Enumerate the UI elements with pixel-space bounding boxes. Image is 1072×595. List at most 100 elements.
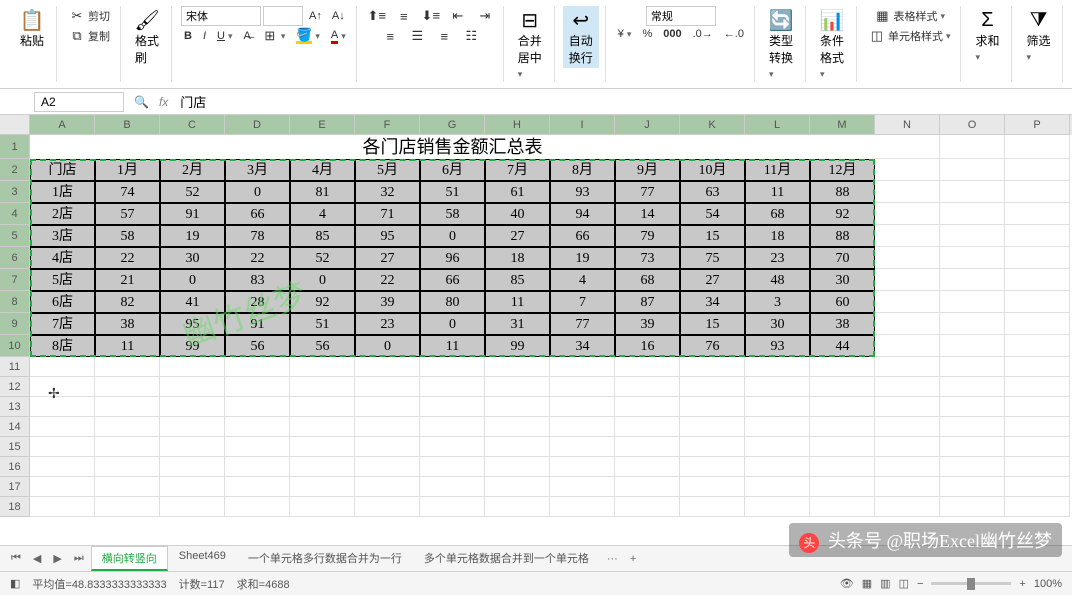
cell-C17[interactable]: [160, 477, 225, 497]
cell-K18[interactable]: [680, 497, 745, 517]
cell-D16[interactable]: [225, 457, 290, 477]
cell-P15[interactable]: [1005, 437, 1070, 457]
table-data-cell[interactable]: 15: [680, 225, 745, 247]
conditional-format-button[interactable]: 📊 条件格式▾: [814, 6, 850, 82]
table-data-cell[interactable]: 30: [810, 269, 875, 291]
row-header-4[interactable]: 4: [0, 203, 30, 225]
table-data-cell[interactable]: 22: [355, 269, 420, 291]
cell-B11[interactable]: [95, 357, 160, 377]
table-data-cell[interactable]: 0: [420, 225, 485, 247]
fx-label[interactable]: fx: [159, 95, 168, 109]
cell-B14[interactable]: [95, 417, 160, 437]
cell-K13[interactable]: [680, 397, 745, 417]
align-middle-button[interactable]: ≡: [392, 6, 416, 26]
table-data-cell[interactable]: 27: [355, 247, 420, 269]
decrease-indent-button[interactable]: ⇤: [446, 6, 470, 26]
table-header-cell[interactable]: 7月: [485, 159, 550, 181]
col-header-L[interactable]: L: [745, 115, 810, 135]
cell-H16[interactable]: [485, 457, 550, 477]
cell-P6[interactable]: [1005, 247, 1070, 269]
col-header-M[interactable]: M: [810, 115, 875, 135]
table-data-cell[interactable]: 87: [615, 291, 680, 313]
cell-N1[interactable]: [875, 135, 940, 159]
table-data-cell[interactable]: 61: [485, 181, 550, 203]
cell-P8[interactable]: [1005, 291, 1070, 313]
cell-P7[interactable]: [1005, 269, 1070, 291]
cell-E14[interactable]: [290, 417, 355, 437]
table-data-cell[interactable]: 4: [550, 269, 615, 291]
cell-M11[interactable]: [810, 357, 875, 377]
table-header-cell[interactable]: 4月: [290, 159, 355, 181]
view-page-icon[interactable]: ▥: [880, 577, 890, 590]
row-header-17[interactable]: 17: [0, 477, 30, 497]
table-data-cell[interactable]: 39: [615, 313, 680, 335]
col-header-B[interactable]: B: [95, 115, 160, 135]
table-header-cell[interactable]: 9月: [615, 159, 680, 181]
cell-B17[interactable]: [95, 477, 160, 497]
cell-P9[interactable]: [1005, 313, 1070, 335]
cell-M14[interactable]: [810, 417, 875, 437]
table-data-cell[interactable]: 27: [485, 225, 550, 247]
row-header-16[interactable]: 16: [0, 457, 30, 477]
table-data-cell[interactable]: 0: [225, 181, 290, 203]
table-data-cell[interactable]: 58: [420, 203, 485, 225]
table-data-cell[interactable]: 39: [355, 291, 420, 313]
row-header-6[interactable]: 6: [0, 247, 30, 269]
table-data-cell[interactable]: 78: [225, 225, 290, 247]
title-cell[interactable]: 各门店销售金额汇总表: [30, 135, 875, 159]
cell-I17[interactable]: [550, 477, 615, 497]
cell-O6[interactable]: [940, 247, 1005, 269]
table-data-cell[interactable]: 91: [160, 203, 225, 225]
cell-K15[interactable]: [680, 437, 745, 457]
table-data-cell[interactable]: 88: [810, 181, 875, 203]
border-button[interactable]: ⊞▾: [258, 26, 290, 46]
table-style-button[interactable]: ▦表格样式▾: [870, 6, 949, 26]
row-header-9[interactable]: 9: [0, 313, 30, 335]
filter-button[interactable]: ⧩筛选▾: [1020, 6, 1056, 65]
table-data-cell[interactable]: 81: [290, 181, 355, 203]
decrease-decimal-button[interactable]: ←.0: [720, 26, 748, 42]
table-data-cell[interactable]: 71: [355, 203, 420, 225]
row-header-8[interactable]: 8: [0, 291, 30, 313]
row-header-5[interactable]: 5: [0, 225, 30, 247]
table-data-cell[interactable]: 44: [810, 335, 875, 357]
table-data-cell[interactable]: 80: [420, 291, 485, 313]
table-data-cell[interactable]: 11: [485, 291, 550, 313]
cell-C18[interactable]: [160, 497, 225, 517]
cell-K14[interactable]: [680, 417, 745, 437]
table-header-cell[interactable]: 门店: [30, 159, 95, 181]
table-data-cell[interactable]: 93: [745, 335, 810, 357]
table-data-cell[interactable]: 0: [420, 313, 485, 335]
cell-H12[interactable]: [485, 377, 550, 397]
name-box[interactable]: [34, 92, 124, 112]
formula-input[interactable]: [178, 92, 1066, 111]
cell-D11[interactable]: [225, 357, 290, 377]
cell-N18[interactable]: [875, 497, 940, 517]
cell-O4[interactable]: [940, 203, 1005, 225]
row-header-1[interactable]: 1: [0, 135, 30, 159]
table-header-cell[interactable]: 2月: [160, 159, 225, 181]
table-data-cell[interactable]: 57: [95, 203, 160, 225]
table-data-cell[interactable]: 52: [290, 247, 355, 269]
sheet-tab[interactable]: 多个单元格数据合并到一个单元格: [413, 546, 600, 571]
cell-B13[interactable]: [95, 397, 160, 417]
cell-L12[interactable]: [745, 377, 810, 397]
cell-G11[interactable]: [420, 357, 485, 377]
col-header-H[interactable]: H: [485, 115, 550, 135]
cell-E12[interactable]: [290, 377, 355, 397]
table-data-cell[interactable]: 66: [225, 203, 290, 225]
table-data-cell[interactable]: 22: [225, 247, 290, 269]
cell-J18[interactable]: [615, 497, 680, 517]
number-format-select[interactable]: [646, 6, 716, 26]
cell-J12[interactable]: [615, 377, 680, 397]
table-data-cell[interactable]: 18: [745, 225, 810, 247]
cell-P18[interactable]: [1005, 497, 1070, 517]
table-data-cell[interactable]: 31: [485, 313, 550, 335]
cell-O8[interactable]: [940, 291, 1005, 313]
table-data-cell[interactable]: 83: [225, 269, 290, 291]
table-data-cell[interactable]: 3: [745, 291, 810, 313]
cell-K16[interactable]: [680, 457, 745, 477]
table-data-cell[interactable]: 19: [550, 247, 615, 269]
copy-button[interactable]: ⧉复制: [65, 26, 114, 46]
cell-B16[interactable]: [95, 457, 160, 477]
